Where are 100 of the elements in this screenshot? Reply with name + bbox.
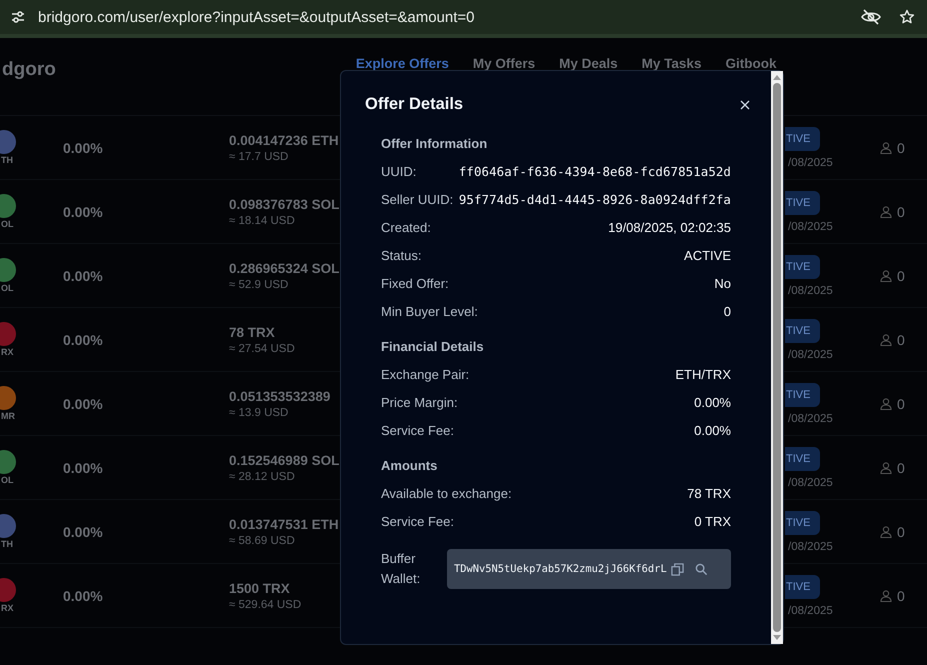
margin-value: 0.00% (63, 204, 104, 220)
asset-code: TH (1, 155, 13, 165)
margin-value: 0.00% (63, 524, 104, 540)
buyer-count: 0 (897, 396, 905, 412)
field-label: Status: (381, 248, 422, 262)
status-badge: TIVE (785, 574, 820, 598)
field-label: Service Fee: (381, 422, 454, 438)
date-text: /08/2025 (788, 220, 833, 232)
section-heading: Financial Details (381, 339, 485, 354)
status-badge: TIVE (785, 126, 820, 150)
nav-link[interactable]: Gitbook (725, 56, 776, 71)
asset-code: OL (1, 283, 14, 293)
nav-link[interactable]: Explore Offers (356, 56, 449, 71)
amount-value: 0.004147236 ETH (229, 132, 339, 148)
field-label: Exchange Pair: (381, 366, 470, 382)
status-badge: TIVE (785, 318, 820, 342)
user-icon (880, 590, 892, 602)
usd-value: ≈ 58.69 USD (229, 534, 295, 546)
buyer-count: 0 (897, 588, 905, 604)
date-text: /08/2025 (788, 604, 833, 616)
amount-value: 0.051353532389 (229, 388, 330, 404)
dialog-title: Offer Details (365, 95, 464, 114)
amount-value: 1500 TRX (229, 580, 290, 596)
field-value: No (714, 276, 731, 290)
asset-code: TH (1, 539, 13, 549)
amount-value: 0.098376783 SOL (229, 196, 340, 212)
user-icon (880, 462, 892, 474)
field-label: UUID: (381, 164, 416, 178)
section-heading: Amounts (381, 458, 438, 473)
scrollbar-track[interactable] (771, 71, 783, 644)
bookmark-star-icon[interactable] (899, 9, 915, 25)
site-settings-icon[interactable] (10, 9, 26, 25)
date-text: /08/2025 (788, 156, 833, 168)
date-text: /08/2025 (788, 348, 833, 360)
nav-link[interactable]: My Tasks (642, 56, 702, 71)
usd-value: ≈ 18.14 USD (229, 214, 295, 226)
field-value: 95f774d5-d4d1-4445-8926-8a0924dff2fa (458, 192, 731, 206)
buyer-count: 0 (897, 140, 905, 156)
field-value: 0 TRX (694, 514, 731, 528)
margin-value: 0.00% (63, 268, 104, 284)
asset-code: RX (1, 347, 14, 357)
eye-slash-icon[interactable] (861, 9, 881, 25)
status-badge: TIVE (785, 254, 820, 278)
usd-value: ≈ 28.12 USD (229, 470, 295, 482)
user-icon (880, 334, 892, 346)
field-value: 0.00% (694, 394, 731, 410)
margin-value: 0.00% (63, 140, 104, 156)
amount-value: 0.286965324 SOL (229, 260, 340, 276)
amount-value: 78 TRX (229, 324, 275, 340)
date-text: /08/2025 (788, 284, 833, 296)
usd-value: ≈ 529.64 USD (229, 598, 302, 610)
site-logo[interactable]: dgoro (2, 58, 56, 80)
buyer-count: 0 (897, 460, 905, 476)
nav-link[interactable]: My Deals (559, 56, 618, 71)
field-label: Min Buyer Level: (381, 304, 478, 318)
scrollbar-thumb[interactable] (773, 83, 781, 632)
usd-value: ≈ 27.54 USD (229, 342, 295, 354)
asset-code: OL (1, 219, 14, 229)
field-label: Seller UUID: (381, 192, 454, 206)
amount-value: 0.152546989 SOL (229, 452, 340, 468)
status-badge: TIVE (785, 510, 820, 534)
buyer-count: 0 (897, 524, 905, 540)
buyer-count: 0 (897, 332, 905, 348)
margin-value: 0.00% (63, 460, 104, 476)
date-text: /08/2025 (788, 412, 833, 424)
wallet-address-field[interactable]: TDwNv5N5tUekp7ab57K2zmu2jJ66Kf6drL (447, 549, 731, 589)
scroll-down-icon[interactable] (773, 635, 781, 641)
section-heading: Offer Information (381, 136, 488, 151)
field-value: ETH/TRX (675, 366, 731, 382)
user-icon (880, 142, 892, 154)
asset-code: RX (1, 603, 14, 613)
asset-code: MR (1, 411, 15, 421)
search-icon[interactable] (694, 562, 708, 576)
user-icon (880, 206, 892, 218)
field-value: 78 TRX (687, 486, 731, 500)
field-label: Buffer Wallet: (381, 550, 422, 588)
margin-value: 0.00% (63, 396, 104, 412)
field-label: Fixed Offer: (381, 276, 449, 290)
field-label: Available to exchange: (381, 486, 512, 500)
amount-value: 0.013747531 ETH (229, 516, 339, 532)
field-label: Service Fee: (381, 514, 454, 528)
usd-value: ≈ 52.9 USD (229, 278, 288, 290)
user-icon (880, 398, 892, 410)
user-icon (880, 270, 892, 282)
field-value: 0 (724, 304, 731, 318)
user-icon (880, 526, 892, 538)
status-badge: TIVE (785, 446, 820, 470)
usd-value: ≈ 17.7 USD (229, 150, 288, 162)
buyer-count: 0 (897, 204, 905, 220)
date-text: /08/2025 (788, 476, 833, 488)
asset-code: OL (1, 475, 14, 485)
field-value: 19/08/2025, 02:02:35 (608, 220, 731, 234)
copy-icon[interactable] (670, 562, 684, 576)
status-badge: TIVE (785, 190, 820, 214)
usd-value: ≈ 13.9 USD (229, 406, 288, 418)
field-value: ff0646af-f636-4394-8e68-fcd67851a52d (458, 164, 731, 178)
scroll-up-icon[interactable] (773, 74, 781, 80)
field-label: Created: (381, 220, 431, 234)
field-value: ACTIVE (684, 248, 731, 262)
nav-link[interactable]: My Offers (472, 56, 536, 71)
